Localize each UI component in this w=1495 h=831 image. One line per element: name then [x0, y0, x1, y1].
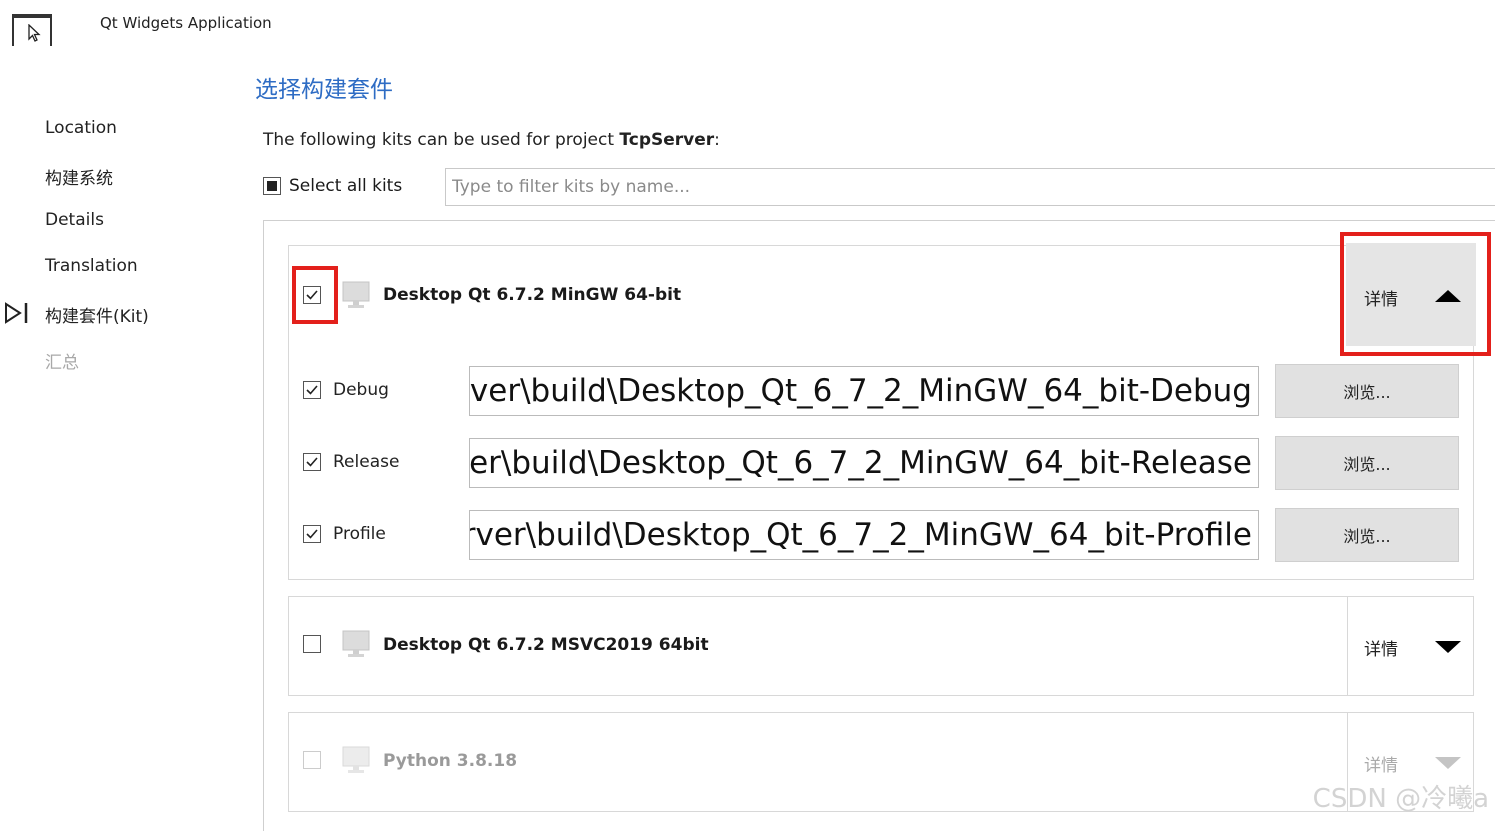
window-title: Qt Widgets Application [100, 14, 272, 32]
kit-python-checkbox [303, 751, 321, 769]
debug-label: Debug [333, 380, 389, 400]
kit-panel-msvc: Desktop Qt 6.7.2 MSVC2019 64bit 详情 [288, 596, 1474, 696]
build-type-debug[interactable]: Debug [303, 380, 389, 400]
debug-build-path-field[interactable]: Server\build\Desktop_Qt_6_7_2_MinGW_64_b… [469, 366, 1259, 416]
kit-filter-input[interactable] [445, 168, 1495, 206]
details-label: 详情 [1364, 640, 1398, 660]
details-label: 详情 [1364, 756, 1398, 776]
build-type-profile[interactable]: Profile [303, 524, 386, 544]
debug-browse-button[interactable]: 浏览... [1275, 364, 1459, 418]
kit-name: Python 3.8.18 [383, 751, 518, 771]
desktop-monitor-icon [341, 280, 371, 314]
expand-down-arrow-icon [1434, 755, 1462, 775]
project-name: TcpServer [619, 130, 715, 150]
kit-panel-mingw: Desktop Qt 6.7.2 MinGW 64-bit Debug Serv… [288, 245, 1474, 580]
profile-build-path: Server\build\Desktop_Qt_6_7_2_MinGW_64_b… [469, 517, 1252, 553]
highlight-kit-checkbox [292, 266, 338, 324]
intro-text: The following kits can be used for proje… [263, 130, 720, 150]
release-browse-button[interactable]: 浏览... [1275, 436, 1459, 490]
wizard-window-icon [12, 14, 52, 46]
debug-build-path: Server\build\Desktop_Qt_6_7_2_MinGW_64_b… [469, 373, 1252, 409]
release-build-path-field[interactable]: Server\build\Desktop_Qt_6_7_2_MinGW_64_b… [469, 438, 1259, 488]
highlight-details-button [1340, 232, 1491, 356]
sidebar-item-translation[interactable]: Translation [45, 256, 138, 276]
kit-panel-python: Python 3.8.18 详情 [288, 712, 1474, 812]
release-build-path: Server\build\Desktop_Qt_6_7_2_MinGW_64_b… [469, 445, 1252, 481]
debug-checkbox[interactable] [303, 381, 321, 399]
page-title: 选择构建套件 [255, 77, 393, 103]
sidebar-item-details[interactable]: Details [45, 210, 104, 230]
release-checkbox[interactable] [303, 453, 321, 471]
sidebar-item-summary: 汇总 [45, 353, 79, 373]
profile-build-path-field[interactable]: Server\build\Desktop_Qt_6_7_2_MinGW_64_b… [469, 510, 1259, 560]
build-type-release[interactable]: Release [303, 452, 399, 472]
intro-prefix: The following kits can be used for proje… [263, 130, 620, 150]
kit-name: Desktop Qt 6.7.2 MSVC2019 64bit [383, 635, 709, 655]
kit-msvc-checkbox[interactable] [303, 635, 321, 653]
sidebar-item-build-system[interactable]: 构建系统 [45, 164, 113, 189]
intro-suffix: : [714, 130, 720, 150]
watermark: CSDN @冷曦a [1312, 784, 1489, 814]
profile-checkbox[interactable] [303, 525, 321, 543]
sidebar-item-kits[interactable]: 构建套件(Kit) [45, 302, 149, 327]
kit-msvc-details-button[interactable]: 详情 [1347, 597, 1473, 695]
sidebar-item-location[interactable]: Location [45, 118, 117, 138]
current-step-arrow-icon [4, 302, 30, 328]
select-all-label: Select all kits [289, 176, 403, 196]
desktop-monitor-icon [341, 745, 371, 779]
kit-name: Desktop Qt 6.7.2 MinGW 64-bit [383, 285, 682, 305]
profile-browse-button[interactable]: 浏览... [1275, 508, 1459, 562]
select-all-checkbox-box[interactable] [263, 177, 281, 195]
select-all-kits-checkbox[interactable]: Select all kits [263, 176, 402, 196]
profile-label: Profile [333, 524, 386, 544]
release-label: Release [333, 452, 400, 472]
desktop-monitor-icon [341, 629, 371, 663]
expand-down-arrow-icon [1434, 639, 1462, 659]
